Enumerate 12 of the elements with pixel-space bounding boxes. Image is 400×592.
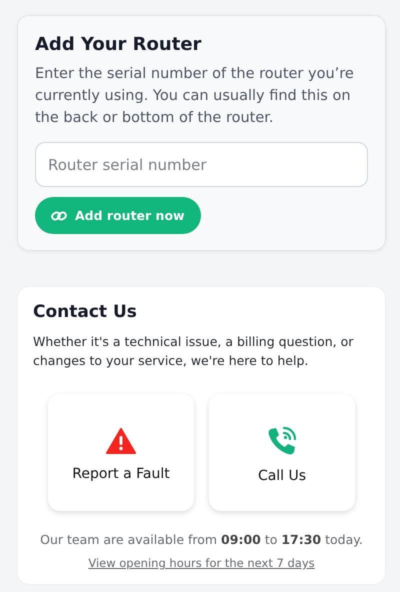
opening-hours-link[interactable]: View opening hours for the next 7 days <box>88 556 315 570</box>
contact-option-button[interactable]: Call Us <box>209 394 355 511</box>
serial-number-field[interactable]: Router serial number <box>35 142 368 187</box>
card-title: Add Your Router <box>35 34 202 55</box>
contact-option-button[interactable]: Report a Fault <box>48 394 194 511</box>
card-title: Contact Us <box>33 302 138 322</box>
warning-icon <box>106 428 136 454</box>
phone-icon <box>267 426 297 456</box>
card-description: Enter the serial number of the router you’re currently using. You can usually find this on the back or bottom of the router. <box>35 65 355 128</box>
availability-text: Our team are available from 09:00 to 17:30 today. <box>39 532 364 547</box>
link-icon <box>51 210 67 222</box>
card-description: Whether it's a technical issue, a billing question, or changes to your service, we're here to help. <box>33 333 354 370</box>
